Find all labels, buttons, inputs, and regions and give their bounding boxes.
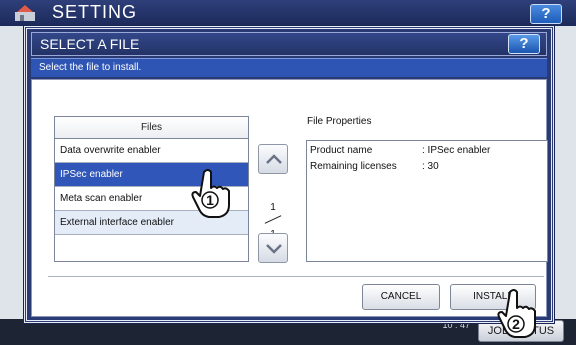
property-value: : IPSec enabler bbox=[422, 145, 491, 156]
app-header: SETTING ? bbox=[0, 0, 576, 26]
divider bbox=[48, 276, 544, 277]
property-key: Remaining licenses bbox=[310, 161, 397, 172]
property-key: Product name bbox=[310, 145, 373, 156]
select-file-dialog: SELECT A FILE ? Select the file to insta… bbox=[23, 25, 555, 324]
chevron-up-icon bbox=[266, 154, 282, 164]
step1-label: 1 bbox=[206, 192, 214, 208]
page-divider bbox=[264, 215, 282, 224]
files-header: Files bbox=[55, 117, 248, 139]
dialog-titlebar: SELECT A FILE ? bbox=[31, 32, 547, 56]
scroll-down-button[interactable] bbox=[258, 233, 288, 263]
property-value: : 30 bbox=[422, 161, 439, 172]
hand-pointer-step1-icon: 1 bbox=[191, 169, 230, 218]
file-properties-label: File Properties bbox=[307, 116, 372, 127]
instruction-text: Select the file to install. bbox=[39, 62, 142, 73]
file-item-data-overwrite[interactable]: Data overwrite enabler bbox=[55, 139, 248, 163]
property-row: Remaining licenses : 30 bbox=[310, 161, 439, 172]
dialog-help-button[interactable]: ? bbox=[508, 34, 540, 54]
cancel-button[interactable]: CANCEL bbox=[362, 284, 440, 310]
dialog-title: SELECT A FILE bbox=[40, 36, 140, 52]
scroll-up-button[interactable] bbox=[258, 144, 288, 174]
app-title: SETTING bbox=[52, 2, 138, 22]
chevron-down-icon bbox=[266, 244, 282, 254]
hand-pointer-step2-icon: 2 bbox=[497, 289, 536, 338]
page-current: 1 bbox=[270, 202, 276, 213]
dialog-content: Files Data overwrite enabler IPSec enabl… bbox=[31, 79, 548, 317]
step2-label: 2 bbox=[512, 316, 520, 332]
property-row: Product name : IPSec enabler bbox=[310, 145, 490, 156]
file-properties-box: Product name : IPSec enabler Remaining li… bbox=[306, 140, 548, 262]
app-help-button[interactable]: ? bbox=[530, 4, 562, 24]
instruction-bar: Select the file to install. bbox=[31, 58, 547, 77]
setting-logo-icon bbox=[15, 5, 35, 21]
